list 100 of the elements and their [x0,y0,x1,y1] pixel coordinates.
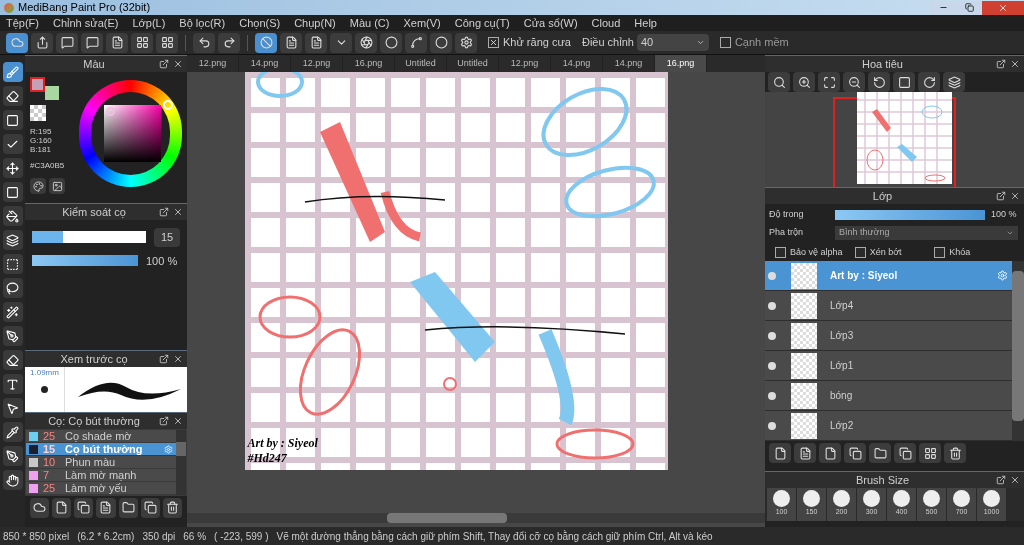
undo-icon[interactable] [193,32,215,53]
comment-icon[interactable] [81,32,103,53]
frame-icon[interactable] [893,72,915,92]
layer-opacity-slider[interactable] [835,209,985,220]
menu-item[interactable]: Cửa sổ(W) [523,14,578,32]
trash-icon[interactable] [162,497,182,518]
menu-item[interactable]: Màu (C) [349,14,390,32]
rotate-right-icon[interactable] [918,72,940,92]
opacity-slider[interactable] [32,255,138,267]
new-file-icon[interactable] [52,497,72,518]
settings-icon[interactable] [455,32,477,53]
close-icon[interactable] [1010,59,1020,69]
lasso-icon[interactable] [2,278,23,298]
undock-icon[interactable] [996,191,1006,201]
close-icon[interactable] [173,207,183,217]
add-layer-icon[interactable] [844,443,866,463]
undock-icon[interactable] [996,59,1006,69]
close-icon[interactable] [173,59,183,69]
layer-row[interactable]: bóng [765,381,1012,411]
hand-icon[interactable] [2,470,23,490]
close-icon[interactable] [1010,191,1020,201]
picker-handle[interactable] [106,107,115,116]
close-button[interactable] [982,0,1024,15]
layer-row[interactable]: Lớp4 [765,291,1012,321]
horizontal-scrollbar[interactable] [187,513,765,523]
adjust-dropdown[interactable]: 40 [636,34,709,51]
document-tab[interactable]: 12.png [187,55,239,72]
brush-icon[interactable] [2,62,23,82]
document-tab[interactable]: 16.png [655,55,707,72]
new-layer-icon[interactable] [769,443,791,463]
speech-bubble-icon[interactable] [56,32,78,53]
undock-icon[interactable] [996,475,1006,485]
copy-icon[interactable] [74,497,94,518]
bucket-icon[interactable] [2,206,23,226]
zoom-out-icon[interactable] [843,72,865,92]
checkbox[interactable] [854,246,866,258]
color-picker-button[interactable] [49,178,65,194]
zoom-in-icon[interactable] [793,72,815,92]
checkbox[interactable] [488,37,499,48]
square-icon[interactable] [2,182,23,202]
move-icon[interactable] [2,158,23,178]
cloud-icon[interactable] [30,497,50,518]
pointer-icon[interactable] [2,398,23,418]
secondary-color-swatch[interactable] [45,86,59,100]
menu-item[interactable]: Công cụ(T) [454,14,510,32]
palette-button[interactable] [30,178,46,194]
check-icon[interactable] [2,134,23,154]
document-icon[interactable] [106,32,128,53]
folder-icon[interactable] [118,497,138,518]
eraser-icon[interactable] [2,350,23,370]
menu-item[interactable]: Chỉnh sửa(E) [53,14,119,32]
layer-page-icon[interactable] [819,443,841,463]
pen-icon[interactable] [2,326,23,346]
selection-icon[interactable] [2,254,23,274]
undock-icon[interactable] [159,59,169,69]
merge-icon[interactable] [919,443,941,463]
scrollbar[interactable] [1012,261,1024,441]
undock-icon[interactable] [159,354,169,364]
size-value[interactable]: 15 [154,228,180,247]
curve-icon[interactable] [405,32,427,53]
visibility-icon[interactable] [768,331,776,340]
saturation-square[interactable] [104,105,161,162]
brush-item[interactable]: 7 Làm mờ mạnh [26,469,176,482]
menu-item[interactable]: Chọn(S) [239,14,281,32]
undock-icon[interactable] [159,207,169,217]
ban-icon[interactable] [255,32,277,53]
trash-icon[interactable] [944,443,966,463]
visibility-icon[interactable] [768,301,776,310]
grid-icon[interactable] [156,32,178,53]
menu-item[interactable]: Xem(V) [403,14,441,32]
layer-row[interactable]: Lớp3 [765,321,1012,351]
menu-item[interactable]: Cloud [591,14,621,32]
visibility-icon[interactable] [768,361,776,370]
eraser-icon[interactable] [2,86,23,106]
menu-item[interactable]: Help [634,14,657,32]
rotate-left-icon[interactable] [868,72,890,92]
share-icon[interactable] [31,32,53,53]
visibility-icon[interactable] [768,391,776,400]
blend-dropdown[interactable]: Bình thường [835,225,1018,240]
menu-item[interactable]: Tệp(F) [6,14,39,32]
close-icon[interactable] [173,354,183,364]
maximize-button[interactable] [956,0,982,15]
transparent-swatch[interactable] [30,105,46,121]
layer-document-icon[interactable] [794,443,816,463]
duplicate-icon[interactable] [140,497,160,518]
size-slider[interactable] [32,231,146,244]
fit-icon[interactable] [818,72,840,92]
brush-item[interactable]: 10 Phun màu [26,456,176,469]
duplicate-icon[interactable] [894,443,916,463]
close-icon[interactable] [1010,475,1020,485]
panel-icon[interactable] [131,32,153,53]
square-icon[interactable] [2,110,23,130]
folder-icon[interactable] [869,443,891,463]
document-icon[interactable] [96,497,116,518]
brush-item[interactable]: 25 Làm mờ yếu [26,482,176,495]
layer-row[interactable]: Lớp2 [765,411,1012,441]
zoom-reset-icon[interactable] [768,72,790,92]
hue-handle[interactable] [163,100,173,110]
layer-row[interactable]: Lớp1 [765,351,1012,381]
text-tool-icon[interactable] [2,374,23,394]
